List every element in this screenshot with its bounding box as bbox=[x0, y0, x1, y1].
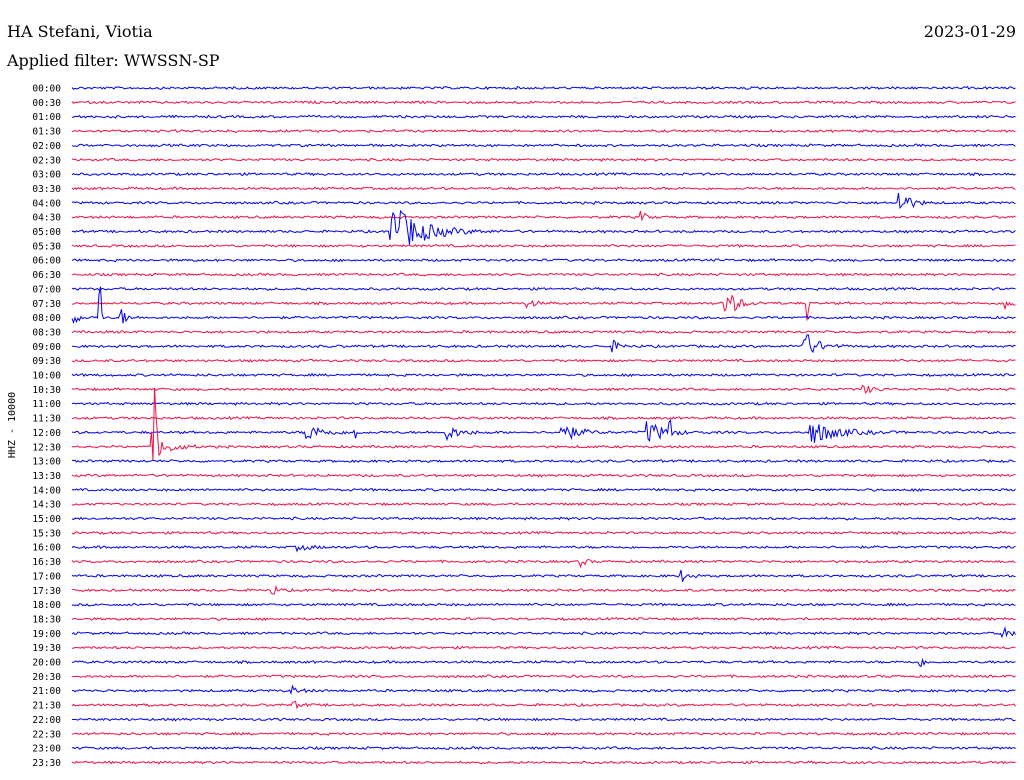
row-label: 07:00 bbox=[32, 284, 61, 295]
row-label: 04:00 bbox=[32, 198, 61, 209]
trace-line bbox=[71, 760, 1016, 765]
trace-line bbox=[71, 502, 1016, 507]
trace-line bbox=[71, 657, 1016, 668]
trace-line bbox=[71, 717, 1016, 722]
row-label: 14:30 bbox=[32, 500, 61, 511]
row-label: 17:30 bbox=[32, 586, 61, 597]
row-label: 11:30 bbox=[32, 414, 61, 425]
row-label: 21:30 bbox=[32, 701, 61, 712]
trace-line bbox=[71, 210, 1016, 222]
row-label: 13:30 bbox=[32, 471, 61, 482]
row-label: 21:00 bbox=[32, 686, 61, 697]
row-label: 22:00 bbox=[32, 715, 61, 726]
trace-line bbox=[71, 487, 1016, 492]
row-label: 18:30 bbox=[32, 614, 61, 625]
row-label: 16:30 bbox=[32, 557, 61, 568]
trace-line bbox=[71, 286, 1016, 292]
trace-line bbox=[71, 731, 1016, 736]
trace-line bbox=[71, 387, 1016, 461]
row-label: 05:30 bbox=[32, 241, 61, 252]
trace-line bbox=[71, 334, 1016, 354]
trace-line bbox=[71, 585, 1016, 595]
row-label: 06:30 bbox=[32, 270, 61, 281]
row-label: 07:30 bbox=[32, 299, 61, 310]
row-label: 12:00 bbox=[32, 428, 61, 439]
trace-line bbox=[71, 458, 1016, 464]
trace-line bbox=[71, 100, 1016, 105]
row-label: 01:00 bbox=[32, 112, 61, 123]
row-label: 19:30 bbox=[32, 643, 61, 654]
row-label: 19:00 bbox=[32, 629, 61, 640]
row-label: 03:30 bbox=[32, 184, 61, 195]
channel-label: HHZ - 10000 bbox=[7, 392, 18, 458]
trace-line bbox=[71, 272, 1016, 277]
trace-line bbox=[71, 544, 1016, 553]
row-label: 09:00 bbox=[32, 342, 61, 353]
trace-line bbox=[71, 418, 1016, 443]
row-label: 14:00 bbox=[32, 485, 61, 496]
row-labels: 00:00 00:30 01:00 01:30 02:00 02:30 03:00 03:30… bbox=[32, 84, 61, 769]
row-label: 03:00 bbox=[32, 170, 61, 181]
row-label: 15:00 bbox=[32, 514, 61, 525]
row-label: 22:30 bbox=[32, 729, 61, 740]
trace-line bbox=[71, 85, 1016, 91]
row-label: 12:30 bbox=[32, 442, 61, 453]
trace-line bbox=[71, 569, 1016, 582]
row-label: 13:00 bbox=[32, 457, 61, 468]
trace-line bbox=[71, 674, 1016, 679]
row-label: 16:00 bbox=[32, 543, 61, 554]
trace-line bbox=[71, 258, 1016, 263]
traces bbox=[71, 85, 1016, 765]
row-label: 15:30 bbox=[32, 528, 61, 539]
trace-line bbox=[71, 143, 1016, 148]
row-label: 08:30 bbox=[32, 327, 61, 338]
trace-line bbox=[71, 114, 1016, 119]
row-label: 06:00 bbox=[32, 256, 61, 267]
row-label: 00:30 bbox=[32, 98, 61, 109]
row-label: 10:00 bbox=[32, 371, 61, 382]
row-label: 02:00 bbox=[32, 141, 61, 152]
row-label: 17:00 bbox=[32, 571, 61, 582]
trace-line bbox=[71, 186, 1016, 191]
trace-line bbox=[71, 626, 1016, 639]
trace-line bbox=[71, 473, 1016, 478]
row-label: 02:30 bbox=[32, 155, 61, 166]
row-label: 20:00 bbox=[32, 658, 61, 669]
trace-line bbox=[71, 401, 1016, 406]
trace-line bbox=[71, 129, 1016, 134]
row-label: 11:00 bbox=[32, 399, 61, 410]
row-label: 05:00 bbox=[32, 227, 61, 238]
trace-line bbox=[71, 329, 1016, 334]
helicorder-plot: 00:00 00:30 01:00 01:30 02:00 02:30 03:00 03:30… bbox=[7, 84, 1016, 769]
trace-line bbox=[71, 384, 1016, 394]
trace-line bbox=[71, 372, 1016, 378]
trace-line bbox=[71, 616, 1016, 622]
trace-line bbox=[71, 358, 1016, 363]
trace-line bbox=[71, 700, 1016, 710]
row-label: 09:30 bbox=[32, 356, 61, 367]
row-label: 10:30 bbox=[32, 385, 61, 396]
trace-line bbox=[71, 530, 1016, 536]
trace-line bbox=[71, 209, 1016, 245]
trace-line bbox=[71, 602, 1016, 607]
trace-line bbox=[71, 286, 1016, 324]
row-label: 18:00 bbox=[32, 600, 61, 611]
row-label: 04:30 bbox=[32, 213, 61, 224]
trace-line bbox=[71, 243, 1016, 248]
row-label: 01:30 bbox=[32, 127, 61, 138]
trace-line bbox=[72, 645, 1016, 650]
row-label: 00:00 bbox=[32, 84, 61, 95]
trace-line bbox=[71, 745, 1016, 751]
trace-line bbox=[71, 193, 1016, 210]
row-label: 23:30 bbox=[32, 758, 61, 769]
trace-line bbox=[71, 558, 1016, 569]
row-label: 08:00 bbox=[32, 313, 61, 324]
row-label: 23:00 bbox=[32, 744, 61, 755]
trace-line bbox=[71, 172, 1016, 177]
trace-line bbox=[71, 157, 1016, 162]
trace-line bbox=[71, 415, 1016, 421]
trace-line bbox=[71, 516, 1016, 521]
trace-line bbox=[71, 684, 1016, 695]
row-label: 20:30 bbox=[32, 672, 61, 683]
